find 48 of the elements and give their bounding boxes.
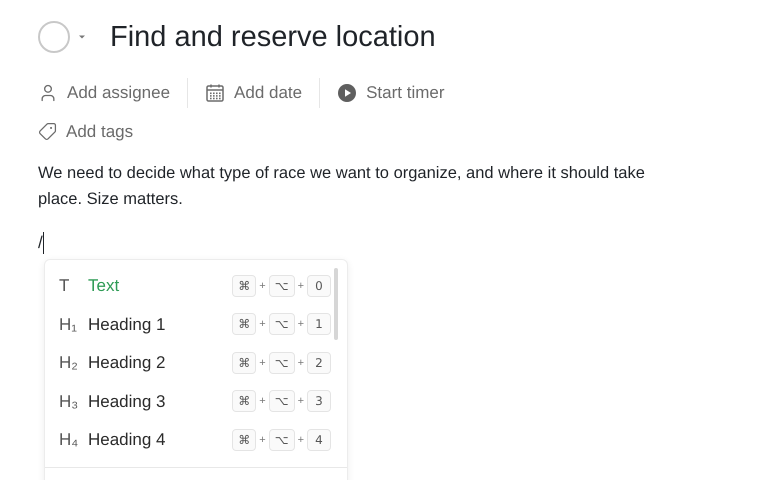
key-cap: ⌥ [268,313,295,336]
key-cap: ⌘ [232,428,256,451]
key-cap: ⌘ [232,390,256,412]
play-icon [337,83,358,103]
key-cap: ⌥ [268,390,295,412]
block-type-glyph: T [59,275,70,297]
key-cap: ⌘ [232,352,256,374]
calendar-icon [205,83,226,103]
task-description: We need to decide what type of race we want to organize, and where it should take place. Size matters. [38,162,646,210]
plus-sign: + [298,278,304,294]
plus-sign: + [259,317,266,332]
menu-item[interactable]: Text [88,273,120,298]
editor-input[interactable]: / [38,230,43,256]
task-title: Find and reserve location [110,20,436,55]
key-cap: 1 [307,313,331,336]
plus-sign: + [259,278,266,294]
assignee-button[interactable]: Add assignee [38,80,170,106]
plus-sign: + [259,356,266,370]
scrollbar-thumb[interactable] [334,268,338,340]
block-type-glyph: H₂ [59,352,79,374]
menu-item[interactable]: Heading 1 [88,312,166,337]
timer-button[interactable]: Start timer [337,80,444,106]
block-type-glyph: H₄ [59,429,80,451]
plus-sign: + [259,394,266,409]
key-cap: ⌘ [232,274,256,297]
menu-item[interactable]: Heading 4 [88,427,166,452]
key-cap: ⌘ [232,313,256,336]
add-tags-button[interactable]: Add tags [38,119,134,144]
plus-sign: + [298,317,304,332]
key-cap: ⌥ [268,428,295,451]
block-type-glyph: H₃ [59,390,80,412]
block-type-glyph: H₁ [59,314,78,336]
plus-sign: + [298,432,304,448]
key-cap: 0 [307,274,331,297]
plus-sign: + [298,394,304,409]
tag-icon [38,122,57,142]
date-button[interactable]: Add date [205,80,302,106]
key-cap: 4 [307,428,331,451]
menu-item[interactable]: Heading 2 [88,350,166,376]
status-checkbox[interactable] [38,21,70,53]
plus-sign: + [259,432,266,448]
key-cap: ⌥ [268,274,295,297]
menu-item[interactable]: Heading 3 [88,388,166,414]
plus-sign: + [298,356,304,370]
key-cap: ⌥ [268,352,295,374]
caret-icon[interactable] [78,34,86,40]
key-cap: 2 [307,352,331,374]
key-cap: 3 [307,390,331,412]
